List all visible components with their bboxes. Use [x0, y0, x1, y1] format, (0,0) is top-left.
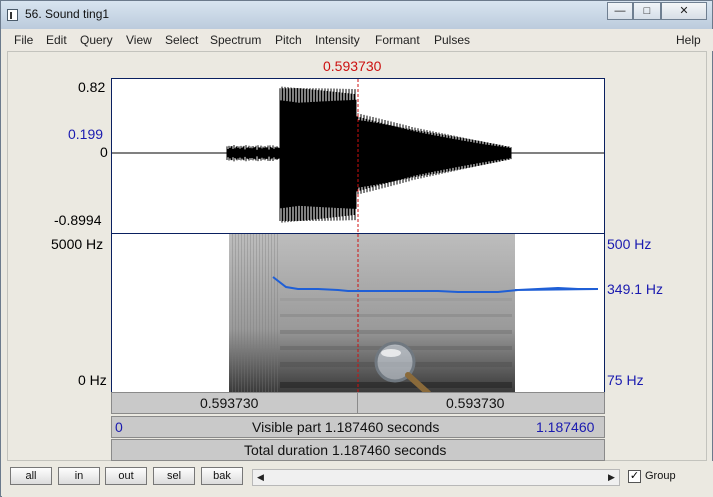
spectrogram-freq-max-label: 5000 Hz	[51, 236, 104, 252]
total-duration-bar[interactable]: Total duration 1.187460 seconds	[111, 439, 605, 461]
menu-file[interactable]: File	[14, 33, 33, 47]
group-label: Group	[645, 470, 676, 482]
praat-sound-window: 56. Sound ting1 — □ ✕ File Edit Query Vi…	[0, 0, 713, 497]
spectrogram-freq-min-label: 0 Hz	[78, 372, 107, 388]
noise-stripe	[262, 234, 263, 392]
noise-stripe	[271, 234, 272, 392]
visible-part-bar[interactable]: 0 Visible part 1.187460 seconds 1.187460	[111, 416, 605, 438]
bottom-toolbar: all in out sel bak ◀ ▶ ✓ Group	[2, 461, 713, 497]
spectrogram-svg	[229, 234, 599, 392]
close-button[interactable]: ✕	[661, 2, 707, 20]
window-icon	[7, 9, 18, 21]
formant-band	[280, 298, 512, 301]
cursor-time-left: 0.593730	[200, 395, 259, 411]
noise-stripe	[238, 234, 239, 392]
time-bar-divider	[357, 393, 358, 413]
menu-bar: File Edit Query View Select Spectrum Pit…	[2, 29, 713, 51]
noise-stripe	[253, 234, 254, 392]
visible-end: 1.187460	[536, 419, 595, 435]
noise-stripe	[235, 234, 236, 392]
group-checkbox[interactable]: ✓	[628, 470, 641, 483]
zoom-in-button[interactable]: in	[58, 467, 100, 485]
pitch-value-label: 349.1 Hz	[607, 281, 664, 297]
menu-edit[interactable]: Edit	[46, 33, 67, 47]
title-bar: 56. Sound ting1 — □ ✕	[1, 1, 712, 29]
visible-part-label: Visible part 1.187460 seconds	[252, 419, 440, 435]
noise-stripe	[244, 234, 245, 392]
waveform-view[interactable]	[111, 78, 605, 234]
zoom-selection-button[interactable]: sel	[153, 467, 195, 485]
minimize-button[interactable]: —	[607, 2, 633, 20]
menu-select[interactable]: Select	[165, 33, 198, 47]
waveform-ymin-label: -0.8994	[54, 212, 102, 228]
noise-stripe	[232, 234, 233, 392]
window-title: 56. Sound ting1	[25, 7, 110, 21]
noise-stripe	[247, 234, 248, 392]
waveform-ycursor-label: 0.199	[68, 126, 104, 142]
formant-band	[280, 330, 512, 334]
menu-query[interactable]: Query	[80, 33, 113, 47]
noise-stripe	[277, 234, 278, 392]
cursor-time-label: 0.593730	[323, 58, 382, 74]
scroll-right-icon[interactable]: ▶	[604, 470, 619, 485]
pitch-max-label: 500 Hz	[607, 236, 652, 252]
maximize-button[interactable]: □	[633, 2, 661, 20]
pitch-min-label: 75 Hz	[607, 372, 644, 388]
noise-stripe	[256, 234, 257, 392]
noise-stripe	[274, 234, 275, 392]
waveform-ymax-label: 0.82	[78, 79, 106, 95]
noise-stripe	[259, 234, 260, 392]
zoom-back-button[interactable]: bak	[201, 467, 243, 485]
menu-intensity[interactable]: Intensity	[315, 33, 360, 47]
spectrogram-view[interactable]	[111, 234, 605, 396]
menu-formant[interactable]: Formant	[375, 33, 420, 47]
noise-stripe	[268, 234, 269, 392]
horizontal-scrollbar[interactable]: ◀ ▶	[252, 469, 620, 486]
menu-spectrum[interactable]: Spectrum	[210, 33, 261, 47]
noise-stripe	[241, 234, 242, 392]
waveform-svg	[112, 79, 604, 233]
menu-view[interactable]: View	[126, 33, 152, 47]
zoom-all-button[interactable]: all	[10, 467, 52, 485]
noise-stripe	[250, 234, 251, 392]
menu-pitch[interactable]: Pitch	[275, 33, 302, 47]
waveform-yzero-label: 0	[100, 144, 108, 160]
total-duration-label: Total duration 1.187460 seconds	[244, 442, 447, 458]
zoom-out-button[interactable]: out	[105, 467, 147, 485]
waveform-signal	[226, 86, 512, 223]
noise-stripe	[265, 234, 266, 392]
formant-band	[280, 314, 512, 317]
cursor-time-right: 0.593730	[446, 395, 505, 411]
visible-start: 0	[115, 419, 123, 435]
menu-help[interactable]: Help	[676, 33, 701, 47]
menu-pulses[interactable]: Pulses	[434, 33, 470, 47]
cursor-time-bar[interactable]: 0.593730 0.593730	[111, 392, 605, 414]
scroll-left-icon[interactable]: ◀	[253, 470, 268, 485]
